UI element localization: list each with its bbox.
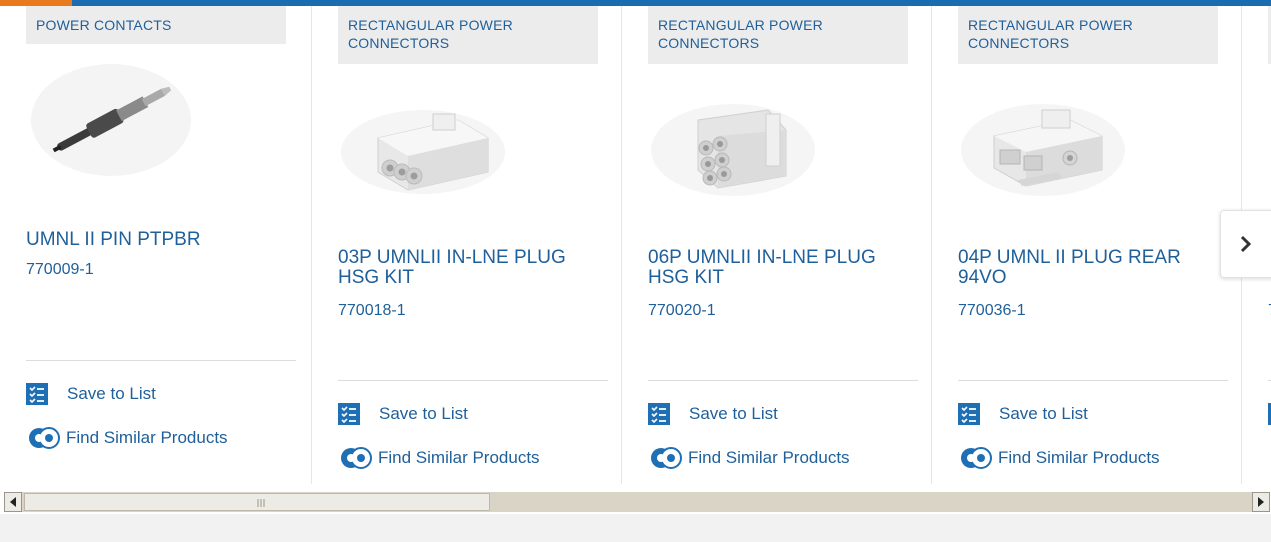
similar-products-icon [341, 447, 372, 469]
find-similar-label: Find Similar Products [378, 448, 540, 467]
find-similar-button[interactable]: Find Similar Products [26, 427, 228, 449]
category-label[interactable]: RECTANGULAR POWER CONNECTORS [338, 6, 598, 64]
divider [338, 380, 608, 381]
product-card: RECTANGULAR POWER CONNECTORS 06P UMNLII … [621, 6, 918, 484]
similar-products-icon [961, 447, 992, 469]
3-position-plug-housing-image[interactable] [338, 80, 508, 200]
product-title[interactable]: 03P UMNLII IN-LNE PLUG HSG KIT [338, 248, 598, 288]
grip-icon [257, 499, 265, 507]
checklist-icon [648, 403, 670, 425]
part-number[interactable]: 770009-1 [26, 261, 94, 279]
pin-contact-image[interactable] [26, 60, 196, 180]
find-similar-button[interactable]: Find Similar Products [338, 447, 540, 469]
horizontal-scrollbar[interactable] [4, 492, 1270, 512]
find-similar-label: Find Similar Products [688, 448, 850, 467]
find-similar-button[interactable]: Find Similar Products [958, 447, 1160, 469]
divider [26, 360, 296, 361]
checklist-icon [338, 403, 360, 425]
product-carousel: POWER CONTACTS UMNL II PIN PTPBR 770009-… [0, 6, 1271, 484]
scrollbar-thumb[interactable] [24, 493, 490, 511]
checklist-icon [26, 383, 48, 405]
category-label[interactable]: POWER CONTACTS [26, 6, 286, 44]
find-similar-button[interactable]: Find Similar Products [648, 447, 850, 469]
product-card: POWER CONTACTS UMNL II PIN PTPBR 770009-… [0, 6, 296, 484]
save-to-list-button[interactable]: Save to List [648, 403, 778, 425]
scroll-left-button[interactable] [4, 492, 22, 512]
save-to-list-button[interactable]: Save to List [958, 403, 1088, 425]
find-similar-label: Find Similar Products [66, 428, 228, 447]
save-to-list-label: Save to List [379, 404, 468, 423]
product-card: RECTANGULAR POWER CONNECTORS 03P UMNLII … [311, 6, 608, 484]
similar-products-icon [29, 427, 60, 449]
save-to-list-button[interactable]: Save to List [26, 383, 156, 405]
chevron-right-icon [1240, 235, 1252, 253]
divider [958, 380, 1228, 381]
part-number[interactable]: 770018-1 [338, 302, 406, 320]
part-number[interactable]: 770036-1 [958, 302, 1026, 320]
find-similar-label: Find Similar Products [998, 448, 1160, 467]
category-label[interactable]: RECTANGULAR POWER CONNECTORS [958, 6, 1218, 64]
product-title[interactable]: UMNL II PIN PTPBR [26, 230, 296, 250]
arrow-right-icon [1258, 497, 1264, 507]
arrow-left-icon [10, 497, 16, 507]
save-to-list-label: Save to List [67, 384, 156, 403]
6-position-plug-housing-image[interactable] [648, 80, 818, 200]
divider [648, 380, 918, 381]
part-number[interactable]: 770020-1 [648, 302, 716, 320]
similar-products-icon [651, 447, 682, 469]
product-title[interactable]: 04P UMNL II PLUG REAR 94VO [958, 248, 1218, 288]
save-to-list-button[interactable]: Save to List [338, 403, 468, 425]
checklist-icon [958, 403, 980, 425]
carousel-next-button[interactable] [1220, 210, 1271, 278]
page-bottom-area [0, 514, 1271, 542]
product-title[interactable]: 06P UMNLII IN-LNE PLUG HSG KIT [648, 248, 908, 288]
4-position-plug-housing-image[interactable] [958, 80, 1128, 200]
category-label[interactable]: RECTANGULAR POWER CONNECTORS [648, 6, 908, 64]
save-to-list-label: Save to List [999, 404, 1088, 423]
save-to-list-label: Save to List [689, 404, 778, 423]
product-card: RECTANGULAR POWER CONNECTORS 04P UMNL II… [931, 6, 1228, 484]
scroll-right-button[interactable] [1252, 492, 1270, 512]
